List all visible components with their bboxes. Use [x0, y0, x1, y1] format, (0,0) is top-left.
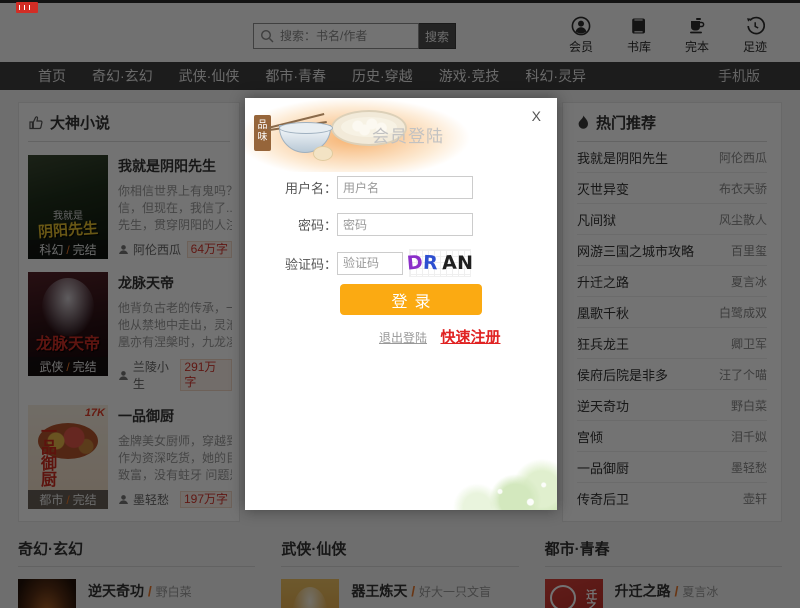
password-label: 密码：	[245, 215, 337, 234]
login-button[interactable]: 登录	[340, 284, 482, 315]
dumpling-illustration	[313, 146, 333, 161]
register-link[interactable]: 快速注册	[440, 329, 500, 346]
captcha-image[interactable]: DRAN	[409, 249, 471, 277]
site-logo-badge[interactable]	[16, 2, 38, 13]
captcha-label: 验证码：	[245, 254, 337, 273]
login-modal-header: 品味 会员登陆 X	[245, 98, 557, 172]
username-field[interactable]	[337, 176, 473, 199]
captcha-field[interactable]	[337, 252, 403, 275]
close-icon[interactable]: X	[532, 109, 541, 123]
username-row: 用户名：	[245, 176, 557, 199]
password-row: 密码：	[245, 213, 557, 236]
login-modal-links: 退出登陆 快速注册	[379, 326, 500, 347]
login-modal: 品味 会员登陆 X 用户名： 密码： 验证码： DRAN 登录 退出登陆	[245, 98, 557, 510]
login-modal-title: 会员登陆	[372, 122, 444, 147]
logout-link[interactable]: 退出登陆	[379, 331, 427, 345]
password-field[interactable]	[337, 213, 473, 236]
page: 搜索 会员 书库 完本 足迹 首页 奇幻·玄幻 武侠·仙侠 都市·青春	[0, 0, 800, 608]
floral-decoration	[367, 444, 557, 510]
captcha-row: 验证码： DRAN	[245, 249, 557, 277]
brand-badge: 品味	[254, 115, 271, 151]
username-label: 用户名：	[245, 178, 337, 197]
